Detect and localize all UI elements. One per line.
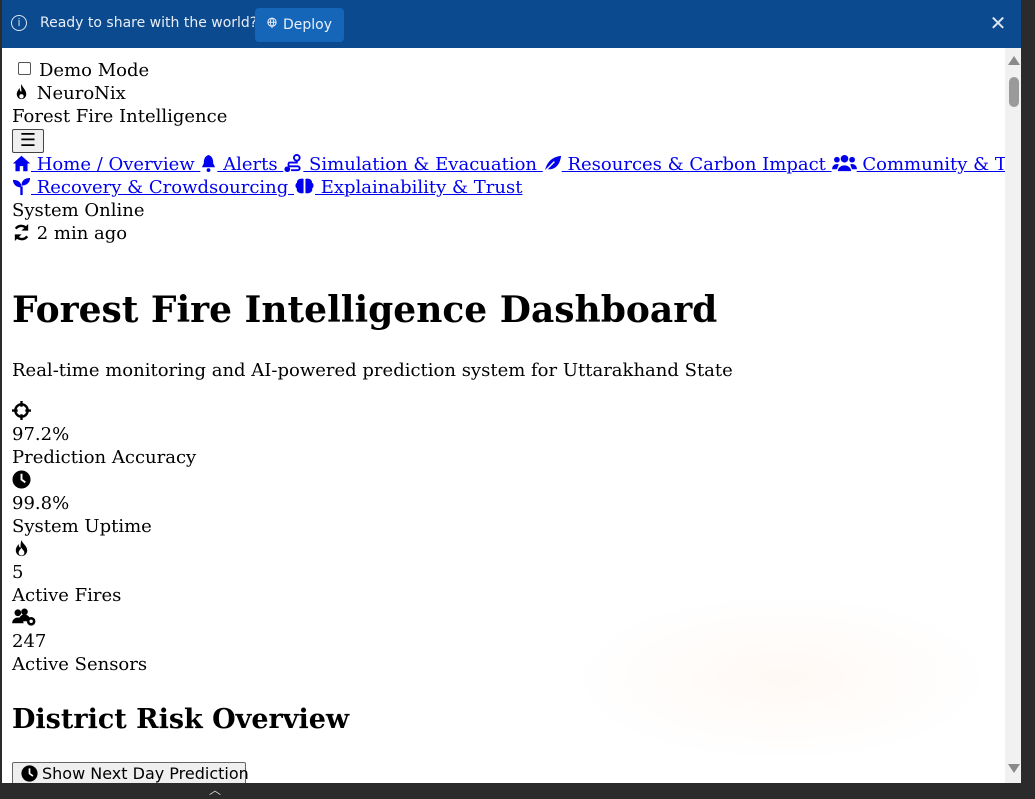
deploy-label: Deploy (283, 17, 333, 33)
stat-label: Prediction Accuracy (12, 447, 197, 468)
seedling-icon (12, 177, 31, 196)
banner-message: Ready to share with the world? (40, 15, 258, 31)
stat-uptime: 99.8% System Uptime (12, 469, 196, 538)
nav-simulation[interactable]: Simulation & Evacuation (283, 154, 542, 175)
deploy-banner: i Ready to share with the world? Deploy … (2, 0, 1021, 48)
last-updated-row: 2 min ago (12, 222, 1002, 245)
system-status: System Online (12, 200, 145, 221)
scroll-up-arrow-icon[interactable] (1008, 56, 1020, 65)
last-updated: 2 min ago (36, 223, 128, 244)
district-heading: District Risk Overview (12, 704, 350, 735)
demo-mode-row: Demo Mode (12, 59, 1002, 82)
menu-toggle-button[interactable]: ☰ (12, 129, 44, 153)
globe-icon (266, 8, 280, 42)
stat-active-fires: 5 Active Fires (12, 538, 196, 607)
nav-community[interactable]: Community & Training (831, 154, 1005, 175)
route-icon (283, 154, 303, 173)
nav-home[interactable]: Home / Overview (12, 154, 200, 175)
nav-row-1: Home / Overview Alerts Simulation & Evac… (12, 153, 1005, 176)
stat-label: System Uptime (12, 516, 152, 537)
brand-row: NeuroNix (12, 82, 1002, 105)
next-day-prediction-button[interactable]: Show Next Day Prediction (12, 762, 249, 783)
refresh-icon (12, 223, 31, 242)
users-icon (831, 154, 857, 173)
info-icon: i (11, 15, 27, 31)
brand-tagline: Forest Fire Intelligence (12, 106, 228, 127)
fire-icon (12, 539, 31, 558)
demo-mode-label: Demo Mode (39, 60, 150, 81)
clock-icon (12, 470, 31, 489)
stat-label: Active Fires (12, 585, 122, 606)
page-title: Forest Fire Intelligence Dashboard (12, 289, 718, 331)
stat-active-sensors: 247 Active Sensors (12, 607, 196, 676)
leaf-icon (543, 154, 562, 173)
stat-accuracy: 97.2% Prediction Accuracy (12, 400, 196, 469)
nav-resources[interactable]: Resources & Carbon Impact (543, 154, 832, 175)
stats-list: 97.2% Prediction Accuracy 99.8% System U… (12, 400, 196, 676)
scroll-down-arrow-icon[interactable] (1008, 764, 1020, 773)
home-icon (12, 154, 31, 173)
deploy-button[interactable]: Deploy (255, 8, 344, 42)
brand-name: NeuroNix (36, 83, 126, 104)
page-subtitle: Real-time monitoring and AI-powered pred… (12, 360, 733, 381)
brain-icon (294, 177, 315, 196)
nav-alerts[interactable]: Alerts (200, 154, 283, 175)
stat-value: 5 (12, 562, 24, 583)
crosshairs-icon (12, 401, 31, 420)
nav-explainability[interactable]: Explainability & Trust (294, 177, 522, 198)
scroll-thumb[interactable] (1009, 77, 1019, 107)
nav-recovery[interactable]: Recovery & Crowdsourcing (12, 177, 294, 198)
stat-value: 99.8% (12, 493, 70, 514)
chevron-up-icon[interactable]: ︿ (209, 781, 221, 798)
nav-row-2: Recovery & Crowdsourcing Explainability … (12, 176, 1002, 199)
stat-value: 247 (12, 631, 47, 652)
menu-row: ☰ (12, 128, 1002, 153)
fire-icon (12, 83, 31, 102)
clock-icon (21, 765, 38, 782)
vertical-scrollbar[interactable] (1005, 48, 1021, 783)
users-cog-icon (12, 608, 37, 627)
browser-window: i Ready to share with the world? Deploy … (2, 0, 1021, 783)
bell-icon (200, 154, 217, 173)
stat-value: 97.2% (12, 424, 70, 445)
demo-mode-checkbox[interactable] (18, 62, 31, 75)
close-icon[interactable]: ✕ (988, 13, 1008, 33)
stat-label: Active Sensors (12, 654, 148, 675)
page-content: Demo Mode NeuroNix Forest Fire Intellige… (2, 48, 1005, 783)
